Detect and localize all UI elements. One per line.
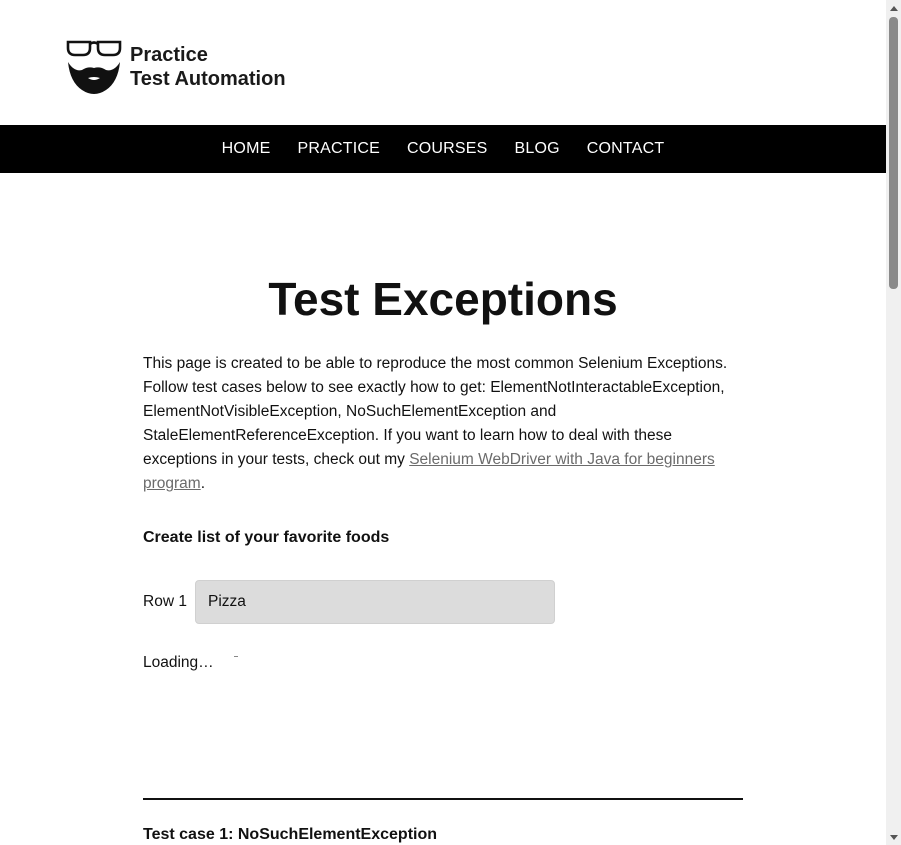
food-row-1: Row 1 — [143, 580, 743, 624]
nav-courses[interactable]: COURSES — [407, 140, 488, 158]
row-1-input[interactable] — [195, 580, 555, 624]
scrollbar-thumb[interactable] — [889, 17, 898, 289]
intro-paragraph: This page is created to be able to repro… — [143, 352, 743, 496]
intro-end: . — [200, 475, 206, 492]
scroll-down-arrow-icon[interactable] — [886, 831, 901, 843]
scroll-up-arrow-icon[interactable] — [886, 2, 901, 14]
main-content: Test Exceptions This page is created to … — [143, 270, 743, 672]
section-divider — [143, 798, 743, 800]
test-case-1-title: Test case 1: NoSuchElementException — [143, 826, 438, 843]
loading-spinner-icon — [233, 655, 238, 657]
site-logo[interactable]: Practice Test Automation — [66, 38, 286, 96]
logo-line-1: Practice — [130, 44, 208, 66]
nav-practice[interactable]: PRACTICE — [297, 140, 380, 158]
logo-line-2: Test Automation — [130, 68, 286, 90]
main-navigation: HOME PRACTICE COURSES BLOG CONTACT — [0, 125, 886, 173]
logo-text: Practice Test Automation — [130, 43, 286, 91]
nav-contact[interactable]: CONTACT — [587, 140, 665, 158]
nav-blog[interactable]: BLOG — [515, 140, 560, 158]
bearded-face-glasses-icon — [66, 40, 122, 94]
page-scrollbar[interactable] — [886, 0, 901, 845]
nav-home[interactable]: HOME — [222, 140, 271, 158]
loading-text: Loading… — [143, 654, 214, 671]
loading-indicator: Loading… — [143, 654, 743, 672]
row-1-label: Row 1 — [143, 593, 187, 610]
site-header: Practice Test Automation — [0, 0, 886, 125]
page-title: Test Exceptions — [268, 273, 618, 325]
foods-section-title: Create list of your favorite foods — [143, 529, 390, 546]
